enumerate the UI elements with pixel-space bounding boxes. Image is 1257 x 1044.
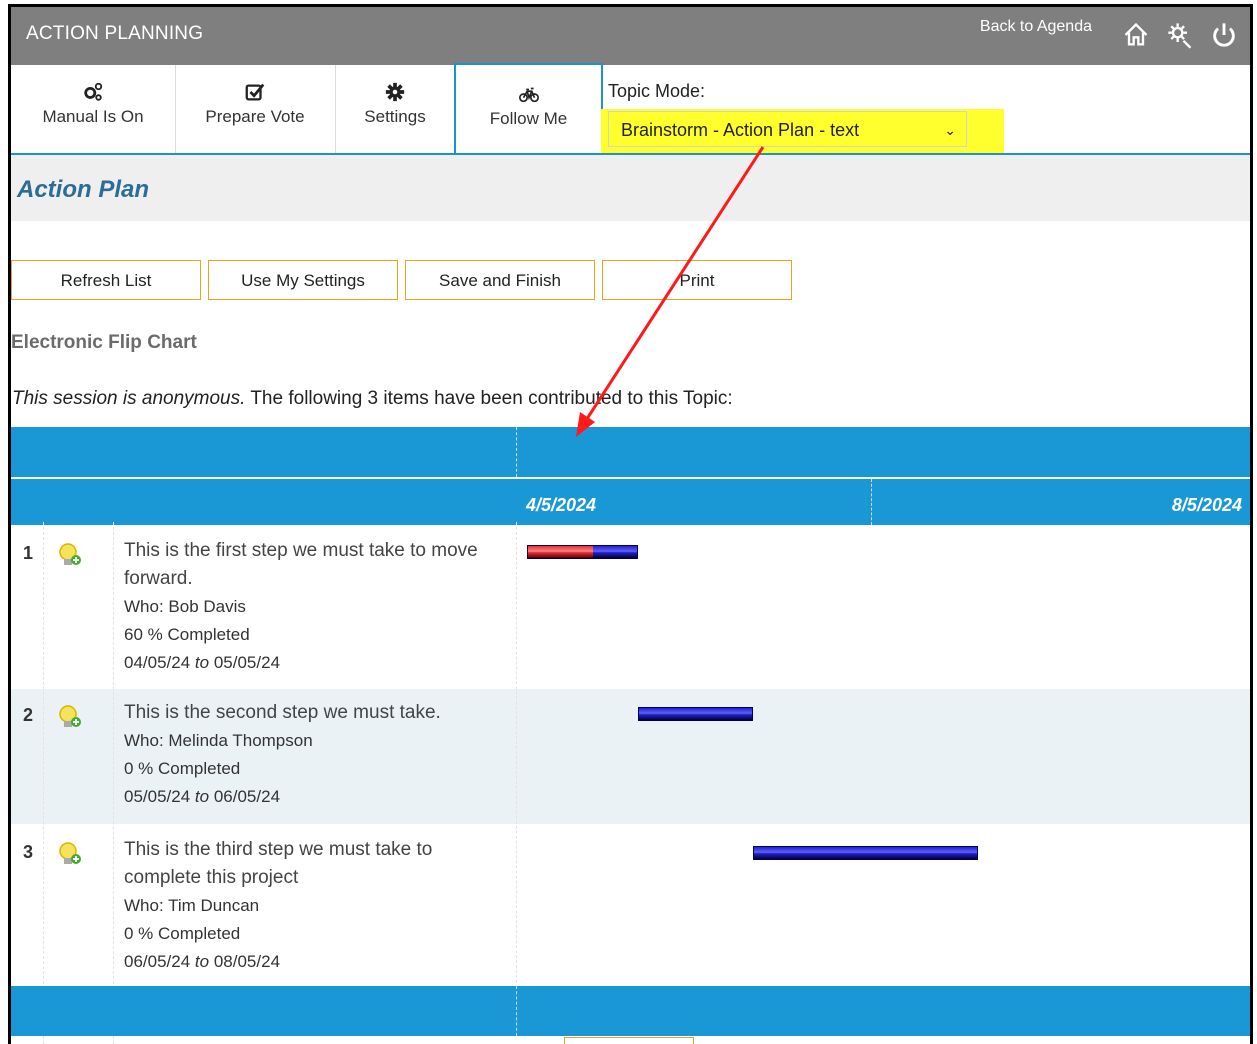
lightbulb-icon xyxy=(59,543,81,565)
column-separator xyxy=(113,522,114,1044)
item-details: This is the third step we must take to c… xyxy=(124,836,484,976)
item-end-date: 05/05/24 xyxy=(213,653,281,672)
item-completed: 60 % Completed xyxy=(124,625,250,644)
app-title: ACTION PLANNING xyxy=(26,23,204,44)
gantt-bar xyxy=(753,846,978,860)
tools-icon[interactable] xyxy=(1166,21,1194,49)
item-start-date: 06/05/24 xyxy=(124,952,191,971)
partial-button[interactable] xyxy=(564,1037,694,1044)
lightbulb-icon xyxy=(59,842,81,864)
item-start-date: 04/05/24 xyxy=(124,653,191,672)
table-row: 2 This is the second step we must take. … xyxy=(11,689,1250,824)
item-number: 2 xyxy=(23,705,34,725)
anonymous-note: This session is anonymous. xyxy=(12,388,246,409)
gantt-bar xyxy=(638,707,753,721)
item-completed: 0 % Completed xyxy=(124,759,241,778)
gantt-bar xyxy=(527,545,638,559)
table-row: 1 This is the first step we must take to… xyxy=(11,525,1250,689)
print-button[interactable]: Print xyxy=(602,260,792,300)
column-separator xyxy=(516,522,517,988)
item-text: This is the third step we must take to c… xyxy=(124,839,433,888)
manual-is-on-label: Manual Is On xyxy=(42,107,144,126)
item-text: This is the first step we must take to m… xyxy=(124,540,478,589)
gantt-date-divider xyxy=(871,479,872,525)
item-dates: 06/05/24 to 08/05/24 xyxy=(124,948,484,976)
item-end-date: 06/05/24 xyxy=(213,787,281,806)
toolbar: Manual Is On Prepare Vote Settings Follo… xyxy=(11,63,1250,155)
item-who: Who: Bob Davis xyxy=(124,597,246,616)
date-to-word: to xyxy=(194,952,210,971)
gantt-progress xyxy=(528,546,594,558)
gantt-date-band xyxy=(11,479,1250,525)
item-details: This is the first step we must take to m… xyxy=(124,537,484,677)
home-icon[interactable] xyxy=(1122,21,1150,49)
column-separator xyxy=(43,522,44,1044)
chevron-down-icon: ⌄ xyxy=(944,122,956,138)
table-row: 3 This is the third step we must take to… xyxy=(11,824,1250,986)
item-text: This is the second step we must take. xyxy=(124,702,441,723)
subheading: Electronic Flip Chart xyxy=(11,332,197,353)
item-dates: 05/05/24 to 06/05/24 xyxy=(124,783,484,811)
topic-mode-select[interactable]: Brainstorm - Action Plan - text ⌄ xyxy=(608,111,967,147)
gear-icon xyxy=(385,82,405,102)
bicycle-icon xyxy=(518,87,539,103)
gantt-header-band xyxy=(11,427,1250,477)
gantt-footer-divider xyxy=(516,986,517,1036)
refresh-list-button[interactable]: Refresh List xyxy=(11,260,201,300)
lightbulb-icon xyxy=(59,705,81,727)
page-title: Action Plan xyxy=(17,176,150,203)
app-window: ACTION PLANNING Back to Agenda Manual Is… xyxy=(8,4,1253,1044)
gears-icon xyxy=(84,82,103,101)
topic-mode-value: Brainstorm - Action Plan - text xyxy=(621,120,860,140)
intro-text: This session is anonymous. The following… xyxy=(12,388,733,410)
item-start-date: 05/05/24 xyxy=(124,787,191,806)
back-to-agenda-link[interactable]: Back to Agenda xyxy=(980,18,1092,36)
follow-me-label: Follow Me xyxy=(489,109,568,128)
manual-is-on-button[interactable]: Manual Is On xyxy=(11,65,176,153)
follow-me-button[interactable]: Follow Me xyxy=(454,63,603,155)
top-bar: ACTION PLANNING Back to Agenda xyxy=(11,7,1250,65)
section-header: Action Plan xyxy=(11,155,1250,221)
checkbox-icon xyxy=(245,83,265,101)
gantt-header-divider xyxy=(516,427,517,477)
intro-rest: The following 3 items have been contribu… xyxy=(245,388,733,409)
prepare-vote-label: Prepare Vote xyxy=(205,107,305,126)
settings-button[interactable]: Settings xyxy=(335,65,456,153)
item-dates: 04/05/24 to 05/05/24 xyxy=(124,649,484,677)
item-end-date: 08/05/24 xyxy=(213,952,281,971)
item-number: 1 xyxy=(23,543,34,563)
item-who: Who: Melinda Thompson xyxy=(124,731,313,750)
item-details: This is the second step we must take. Wh… xyxy=(124,699,484,811)
use-my-settings-button[interactable]: Use My Settings xyxy=(208,260,398,300)
prepare-vote-button[interactable]: Prepare Vote xyxy=(175,65,336,153)
save-and-finish-button[interactable]: Save and Finish xyxy=(405,260,595,300)
gantt-end-date: 8/5/2024 xyxy=(1171,495,1242,515)
item-who: Who: Tim Duncan xyxy=(124,896,260,915)
date-to-word: to xyxy=(194,787,210,806)
gantt-start-date: 4/5/2024 xyxy=(526,495,597,515)
date-to-word: to xyxy=(194,653,210,672)
settings-label: Settings xyxy=(364,107,426,126)
topic-mode-label: Topic Mode: xyxy=(608,81,706,101)
item-completed: 0 % Completed xyxy=(124,924,241,943)
item-number: 3 xyxy=(23,842,34,862)
power-icon[interactable] xyxy=(1210,21,1238,49)
gantt-footer-band xyxy=(11,986,1250,1036)
